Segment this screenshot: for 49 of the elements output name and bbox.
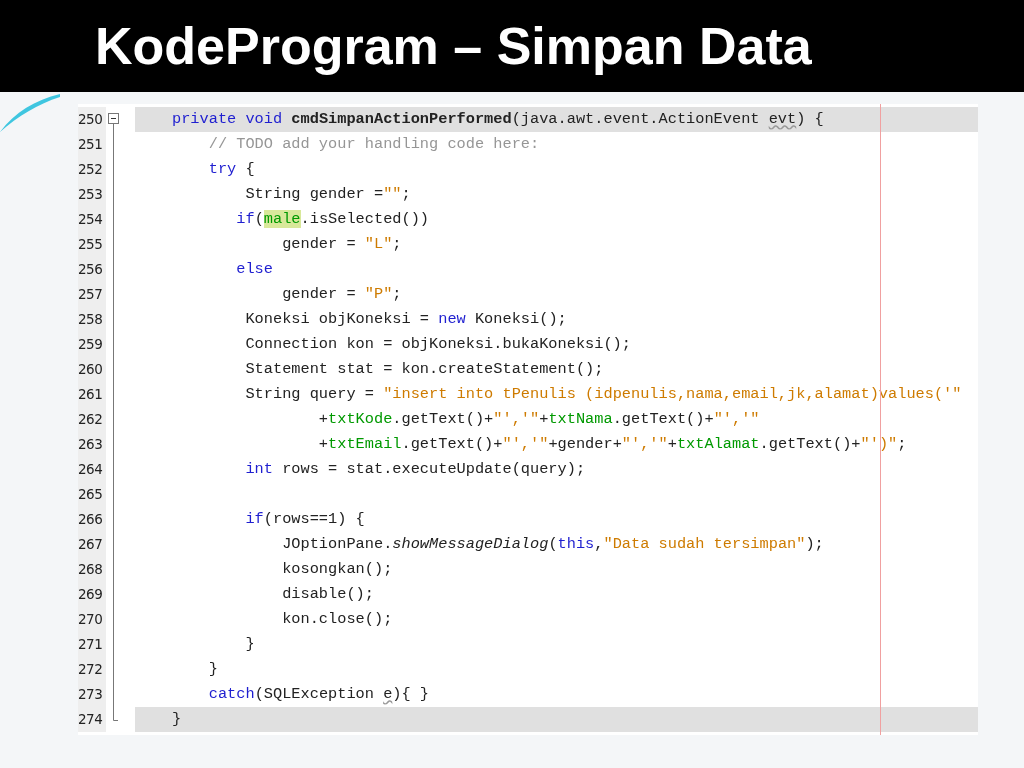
- code-line: }: [207, 659, 219, 680]
- code-line: Koneksi objKoneksi = new Koneksi();: [244, 309, 568, 330]
- line-number: 272: [78, 657, 106, 682]
- line-number: 269: [78, 582, 106, 607]
- code-line: String gender ="";: [244, 184, 412, 205]
- code-line: // TODO add your handling code here:: [207, 134, 541, 155]
- code-line: disable();: [281, 584, 375, 605]
- code-line: kosongkan();: [281, 559, 394, 580]
- line-number: 262: [78, 407, 106, 432]
- line-number: 252: [78, 157, 106, 182]
- line-number: 270: [78, 607, 106, 632]
- line-number: 254: [78, 207, 106, 232]
- code-line: if(male.isSelected()): [235, 209, 431, 230]
- line-number: 256: [78, 257, 106, 282]
- code-line: }: [244, 634, 256, 655]
- line-number: 250: [78, 107, 106, 132]
- code-line: Statement stat = kon.createStatement();: [244, 359, 605, 380]
- code-line: +txtEmail.getText()+"','"+gender+"','"+txtAlamat.getText()+"')";: [317, 434, 908, 455]
- code-line: int rows = stat.executeUpdate(query);: [244, 459, 587, 480]
- swoosh-drawing: [0, 92, 60, 132]
- line-number: 263: [78, 432, 106, 457]
- code-line: JOptionPane.showMessageDialog(this,"Data sudah tersimpan");: [281, 534, 825, 555]
- line-number: 258: [78, 307, 106, 332]
- line-number: 266: [78, 507, 106, 532]
- code-line: gender = "L";: [281, 234, 403, 255]
- line-number: 260: [78, 357, 106, 382]
- line-number: 268: [78, 557, 106, 582]
- line-number: 274: [78, 707, 106, 732]
- code-line: String query = "insert into tPenulis (idpenulis,nama,email,jk,alamat)values('": [244, 384, 963, 405]
- code-line: +txtKode.getText()+"','"+txtNama.getText()+"','": [317, 409, 761, 430]
- code-line: gender = "P";: [281, 284, 403, 305]
- line-number: 259: [78, 332, 106, 357]
- line-number: 261: [78, 382, 106, 407]
- line-number: 267: [78, 532, 106, 557]
- line-number: 265: [78, 482, 106, 507]
- code-line: catch(SQLException e){ }: [207, 684, 431, 705]
- code-line: Connection kon = objKoneksi.bukaKoneksi();: [244, 334, 632, 355]
- line-number: 264: [78, 457, 106, 482]
- code-line: else: [235, 259, 274, 280]
- line-number: 251: [78, 132, 106, 157]
- line-number: 271: [78, 632, 106, 657]
- line-number: 255: [78, 232, 106, 257]
- code-line: try {: [207, 159, 256, 180]
- code-line: kon.close();: [281, 609, 394, 630]
- code-line: if(rows==1) {: [244, 509, 366, 530]
- line-number: 257: [78, 282, 106, 307]
- line-number: 253: [78, 182, 106, 207]
- line-number: 273: [78, 682, 106, 707]
- slide-title: KodeProgram – Simpan Data: [95, 16, 812, 76]
